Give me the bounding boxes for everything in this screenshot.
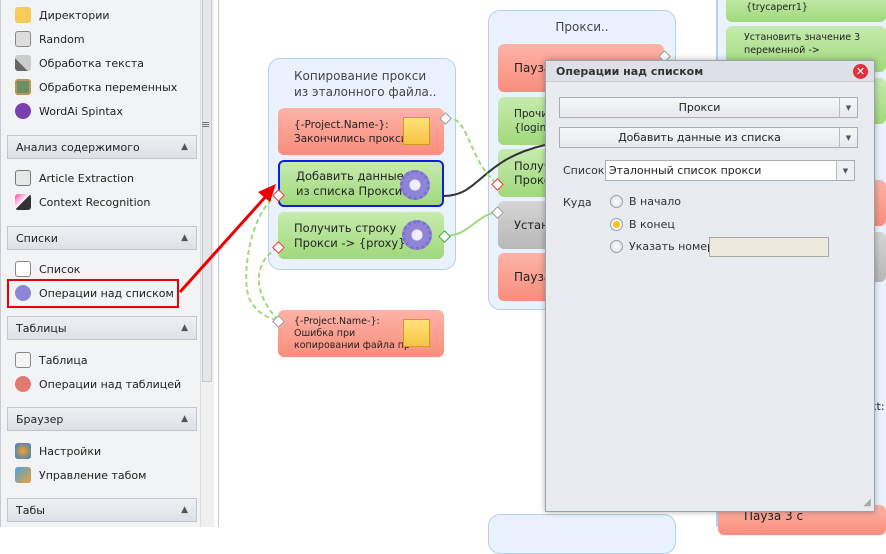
connector <box>451 117 497 184</box>
radio-button[interactable] <box>610 195 623 208</box>
red-arrow <box>178 192 270 294</box>
list-select[interactable]: Прокси ▼ <box>559 97 858 118</box>
connector <box>443 211 499 237</box>
operation-select[interactable]: Добавить данные из списка ▼ <box>559 127 858 148</box>
connector <box>257 247 279 321</box>
number-input[interactable] <box>709 237 829 257</box>
dialog-title: Операции над списком <box>546 61 874 82</box>
source-list-select[interactable]: Эталонный список прокси ▼ <box>605 160 855 181</box>
list-operations-dialog: Операции над списком ✕ Прокси ▼ Добавить … <box>545 60 875 512</box>
radio-button[interactable] <box>610 218 623 231</box>
chevron-down-icon[interactable]: ▼ <box>839 98 857 117</box>
chevron-down-icon[interactable]: ▼ <box>836 161 854 180</box>
resize-grip-icon[interactable]: ◢ <box>863 497 871 508</box>
chevron-down-icon[interactable]: ▼ <box>839 128 857 147</box>
close-icon[interactable]: ✕ <box>853 64 868 79</box>
radio-button[interactable] <box>610 240 623 253</box>
radio-start[interactable]: В начало <box>610 195 681 208</box>
radio-end[interactable]: В конец <box>610 218 675 231</box>
radio-number[interactable]: Указать номер <box>610 240 714 253</box>
